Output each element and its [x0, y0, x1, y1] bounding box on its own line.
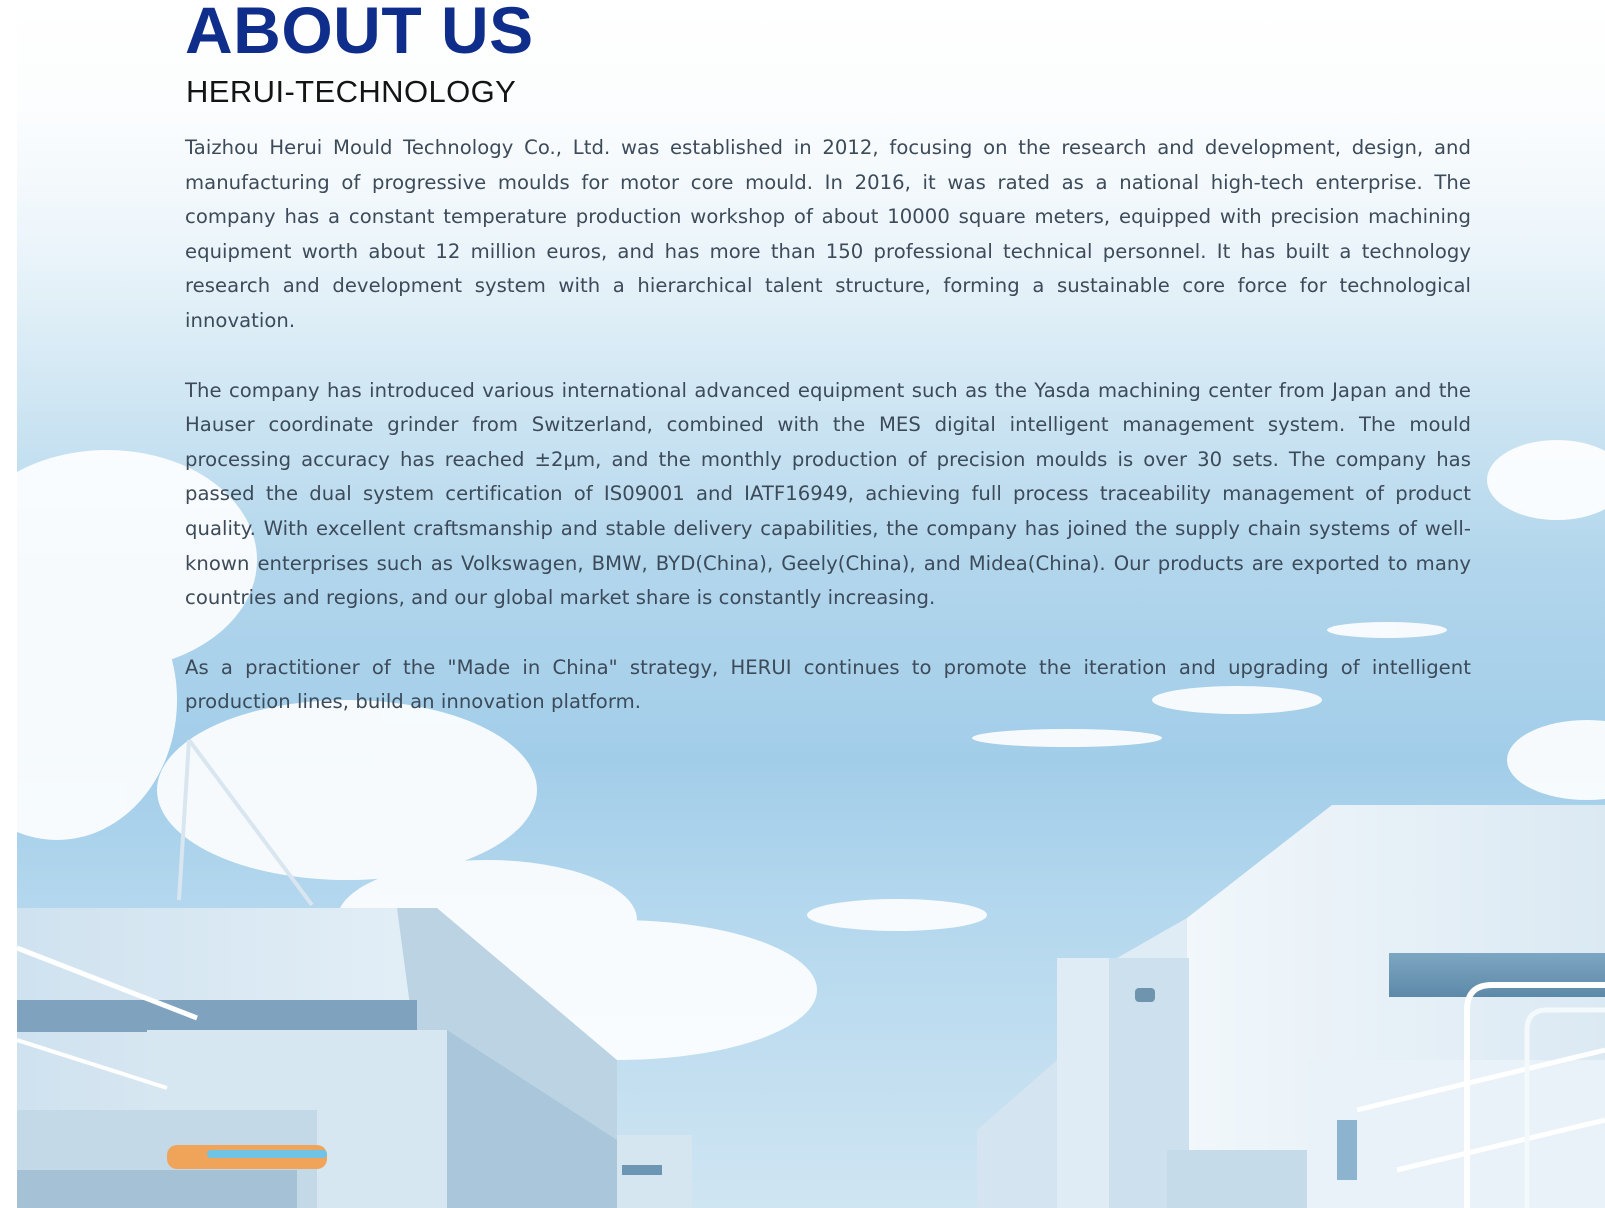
about-body: Taizhou Herui Mould Technology Co., Ltd.…	[185, 131, 1471, 755]
about-paragraph-1: Taizhou Herui Mould Technology Co., Ltd.…	[185, 136, 1471, 332]
page-title: ABOUT US	[185, 0, 534, 67]
company-subtitle: HERUI-TECHNOLOGY	[186, 74, 517, 109]
about-paragraph-3: As a practitioner of the "Made in China"…	[185, 655, 1471, 714]
about-hero-section: ABOUT US HERUI-TECHNOLOGY Taizhou Herui …	[17, 0, 1605, 1208]
right-factory-building	[977, 805, 1605, 1208]
about-paragraph-2: The company has introduced various inter…	[185, 378, 1471, 610]
